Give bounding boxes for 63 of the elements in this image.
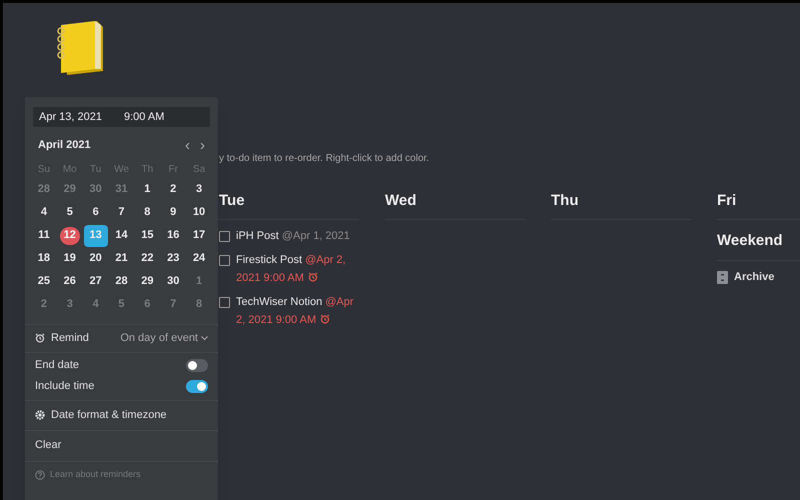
todo-text: Firestick Post @Apr 2, 2021 9:00 AM	[236, 252, 347, 286]
calendar-day[interactable]: 22	[137, 250, 158, 268]
checkbox[interactable]	[219, 254, 230, 266]
calendar-day[interactable]: 11	[34, 226, 54, 244]
calendar-day[interactable]: 26	[60, 272, 80, 290]
section-heading: Weekend	[717, 230, 800, 261]
alarm-clock-icon	[320, 314, 330, 324]
todo-text: iPH Post @Apr 1, 2021	[236, 228, 350, 244]
remind-label: Remind	[51, 330, 89, 346]
remind-dropdown[interactable]: On day of event	[120, 330, 208, 346]
calendar-day[interactable]: 9	[163, 204, 184, 222]
calendar-day[interactable]: 14	[111, 226, 132, 244]
toggle-label: Include time	[35, 379, 94, 394]
calendar-day[interactable]: 28	[111, 272, 132, 290]
calendar-day[interactable]: 3	[189, 180, 210, 198]
calendar-day[interactable]: 20	[86, 250, 106, 268]
calendar-day[interactable]: 21	[111, 250, 132, 268]
calendar-day[interactable]: 1	[137, 180, 158, 198]
checkbox[interactable]	[219, 230, 230, 242]
column-title: Thu	[551, 190, 691, 220]
chevron-down-icon	[201, 336, 208, 340]
column-title: Wed	[385, 190, 525, 220]
clear-button[interactable]: Clear	[35, 437, 62, 454]
column-title: Fri	[717, 190, 800, 220]
calendar-day[interactable]: 4	[34, 204, 54, 222]
calendar-day[interactable]: 17	[189, 226, 210, 244]
column-title: Tue	[219, 190, 359, 220]
checkbox[interactable]	[219, 296, 230, 308]
calendar-day[interactable]: 18	[34, 250, 54, 268]
calendar-day[interactable]: 8	[137, 204, 158, 222]
calendar-day[interactable]: 16	[163, 226, 184, 244]
help-icon	[35, 470, 45, 480]
alarm-clock-icon	[308, 272, 318, 282]
calendar-day[interactable]: 10	[189, 204, 210, 222]
calendar-day[interactable]: 29	[137, 272, 158, 290]
previous-month-button[interactable]: ‹	[185, 138, 190, 153]
date-value: Apr 13, 2021	[39, 110, 102, 125]
calendar-day[interactable]: 12	[60, 226, 80, 244]
date-format-button[interactable]: Date format & timezone	[51, 406, 167, 424]
todo-text: TechWiser Notion @Apr 2, 2021 9:00 AM	[236, 294, 355, 328]
calendar-day[interactable]: 2	[163, 180, 184, 198]
time-value: 9:00 AM	[124, 110, 164, 125]
toggle-label: End date	[35, 358, 80, 374]
toggle-switch[interactable]	[186, 359, 208, 372]
page-link[interactable]: Archive	[734, 269, 774, 286]
calendar-day[interactable]: 27	[86, 272, 106, 290]
calendar-day[interactable]: 19	[60, 250, 80, 268]
month-title: April 2021	[38, 138, 91, 153]
next-month-button[interactable]: ›	[200, 138, 205, 153]
cabinet-icon	[717, 270, 728, 284]
gear-icon	[35, 410, 45, 420]
calendar-day[interactable]: 25	[34, 272, 54, 290]
calendar-day[interactable]: 7	[111, 204, 132, 222]
calendar-day[interactable]: 24	[189, 250, 210, 268]
alarm-clock-icon	[35, 333, 45, 343]
calendar-day[interactable]: 23	[163, 250, 184, 268]
date-time-field[interactable]: Apr 13, 2021 9:00 AM	[33, 107, 210, 127]
calendar-day[interactable]: 15	[137, 226, 158, 244]
calendar-day[interactable]: 6	[86, 204, 106, 222]
toggle-switch[interactable]	[186, 380, 208, 393]
calendar-day[interactable]: 30	[163, 272, 184, 290]
calendar-day[interactable]: 5	[60, 204, 80, 222]
hint-text: y to-do item to re-order. Right-click to add color.	[219, 152, 430, 166]
